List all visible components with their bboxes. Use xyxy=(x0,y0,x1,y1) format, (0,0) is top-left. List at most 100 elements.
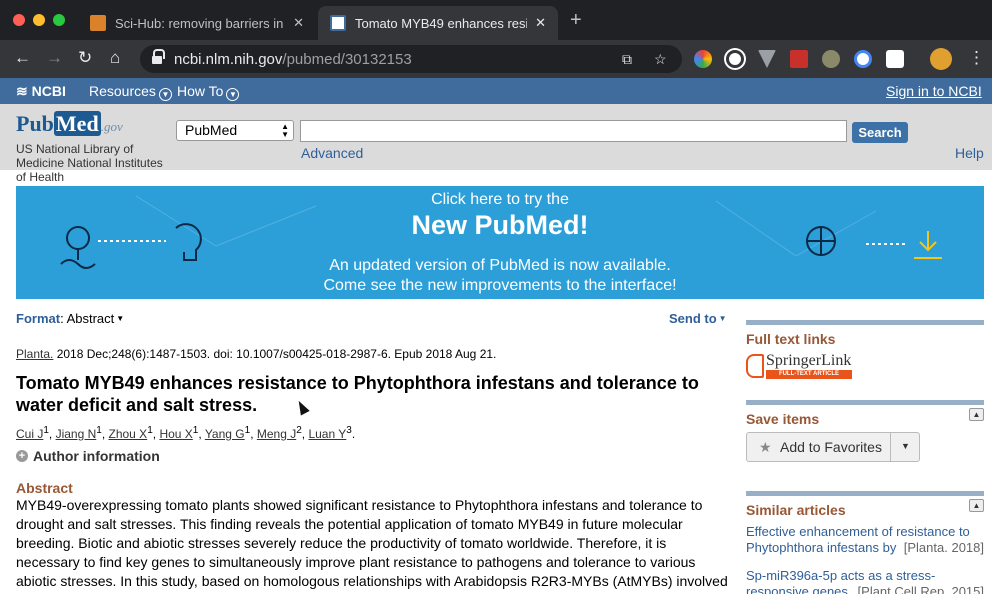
springerlink-button[interactable]: SpringerLink FULL-TEXT ARTICLE xyxy=(746,352,852,380)
add-to-favorites-button[interactable]: ★ Add to Favorites ▼ xyxy=(746,432,920,462)
back-arrow-icon[interactable]: ← xyxy=(14,48,31,68)
howto-label: How To xyxy=(177,83,224,99)
close-tab-icon[interactable]: ✕ xyxy=(535,15,546,31)
search-button[interactable]: Search xyxy=(852,122,908,143)
search-input[interactable] xyxy=(300,120,847,142)
author-list: Cui J1, Jiang N1, Zhou X1, Hou X1, Yang … xyxy=(16,425,356,441)
springer-name: SpringerLink xyxy=(766,352,852,369)
ncbi-favicon-icon xyxy=(330,15,346,31)
tab-title: Tomato MYB49 enhances resista xyxy=(355,15,528,31)
author-link[interactable]: Luan Y xyxy=(308,427,346,441)
database-select[interactable]: PubMed ▲ ▼ xyxy=(176,120,294,141)
divider xyxy=(890,433,891,461)
add-favorites-label: Add to Favorites xyxy=(780,439,882,455)
affiliation-number: 1 xyxy=(244,425,251,436)
affiliation-number: 1 xyxy=(43,425,49,436)
reload-icon[interactable]: ↻ xyxy=(78,48,92,68)
send-to-menu[interactable]: Send to ▼ xyxy=(669,311,727,326)
banner-headline: New PubMed! xyxy=(411,210,589,240)
close-tab-icon[interactable]: ✕ xyxy=(293,15,304,31)
forward-arrow-icon[interactable]: → xyxy=(46,48,63,68)
format-label: Format xyxy=(16,311,61,326)
chevron-down-icon: ▼ xyxy=(158,88,172,101)
nlm-text: US National Library of Medicine National… xyxy=(16,142,163,184)
url-host: ncbi.nlm.nih.gov xyxy=(174,50,283,68)
menu-kebab-icon[interactable]: ⋮ xyxy=(968,48,985,68)
caret-down-icon: ▼ xyxy=(718,314,727,323)
divider xyxy=(746,320,984,325)
citation-text: 2018 Dec;248(6):1487-1503. doi: 10.1007/… xyxy=(53,347,497,361)
divider xyxy=(746,400,984,405)
resources-label: Resources xyxy=(89,83,156,99)
logo-med: Med xyxy=(53,111,101,136)
banner-line3: An updated version of PubMed is now avai… xyxy=(329,257,671,274)
new-tab-button[interactable]: + xyxy=(570,9,582,32)
red-extension-icon[interactable] xyxy=(790,50,808,68)
minimize-window-button[interactable] xyxy=(33,14,45,26)
author-info-label: Author information xyxy=(33,448,160,464)
new-pubmed-banner[interactable]: Click here to try the New PubMed! An upd… xyxy=(16,186,984,299)
article-title: Tomato MYB49 enhances resistance to Phyt… xyxy=(16,373,699,415)
home-icon[interactable]: ⌂ xyxy=(110,48,120,68)
chevron-down-icon: ▼ xyxy=(226,88,240,101)
banner-line1: Click here to try the xyxy=(431,191,569,208)
color-extension-icon[interactable] xyxy=(694,50,712,68)
white-extension-icon[interactable] xyxy=(886,50,904,68)
caret-down-icon[interactable]: ▼ xyxy=(901,441,910,451)
citation-line: Planta. 2018 Dec;248(6):1487-1503. doi: … xyxy=(16,347,496,361)
ring-extension-icon[interactable] xyxy=(854,50,872,68)
pubmed-logo[interactable]: PubMed .gov xyxy=(16,111,123,137)
format-selector[interactable]: Format: Abstract ▼ xyxy=(16,311,124,326)
full-text-heading: Full text links xyxy=(746,331,836,347)
advanced-link[interactable]: Advanced xyxy=(301,145,363,161)
ncbi-logo-text: NCBI xyxy=(31,83,66,99)
howto-menu[interactable]: How To ▼ xyxy=(177,83,240,101)
close-window-button[interactable] xyxy=(13,14,25,26)
author-link[interactable]: Zhou X xyxy=(109,427,148,441)
bookmark-star-icon[interactable]: ☆ xyxy=(654,51,667,68)
author-link[interactable]: Cui J xyxy=(16,427,43,441)
affiliation-number: 3 xyxy=(346,425,352,436)
logo-gov: .gov xyxy=(100,119,123,134)
springer-tag: FULL-TEXT ARTICLE xyxy=(766,370,852,379)
author-link[interactable]: Yang G xyxy=(205,427,245,441)
similar-article-item[interactable]: Sp-miR396a-5p acts as a stress-responsiv… xyxy=(746,568,984,594)
resources-menu[interactable]: Resources ▼ xyxy=(89,83,172,101)
signin-link[interactable]: Sign in to NCBI xyxy=(886,83,982,99)
springer-logo-icon xyxy=(746,354,764,378)
format-value: : Abstract xyxy=(60,311,115,326)
profile-avatar[interactable] xyxy=(930,48,952,70)
browser-toolbar: ← → ↻ ⌂ ncbi.nlm.nih.gov/pubmed/30132153… xyxy=(0,40,992,78)
vee-extension-icon[interactable] xyxy=(758,50,776,68)
address-bar[interactable]: ncbi.nlm.nih.gov/pubmed/30132153 ⧉ ☆ xyxy=(140,45,682,73)
collapse-icon[interactable]: ▲ xyxy=(969,408,984,421)
author-link[interactable]: Jiang N xyxy=(56,427,97,441)
affiliation-number: 2 xyxy=(296,425,302,436)
similar-article-source: [Planta. 2018] xyxy=(903,540,984,555)
abstract-heading: Abstract xyxy=(16,480,73,496)
select-arrows-icon: ▲ ▼ xyxy=(281,122,289,139)
journal-link[interactable]: Planta. xyxy=(16,347,53,361)
similar-article-item[interactable]: Effective enhancement of resistance to P… xyxy=(746,524,984,556)
translate-icon[interactable]: ⧉ xyxy=(622,51,632,68)
tab-scihub[interactable]: Sci-Hub: removing barriers in the ✕ xyxy=(78,6,316,40)
author-information-toggle[interactable]: + Author information xyxy=(16,448,160,464)
scihub-favicon-icon xyxy=(90,15,106,31)
logo-pub: Pub xyxy=(16,111,54,136)
abstract-text: MYB49-overexpressing tomato plants showe… xyxy=(16,497,728,594)
tab-pubmed-article[interactable]: Tomato MYB49 enhances resista ✕ xyxy=(318,6,558,40)
author-link[interactable]: Meng J xyxy=(257,427,296,441)
ncbi-logo[interactable]: ≋ NCBI xyxy=(16,83,66,100)
url-path: /pubmed/30132153 xyxy=(282,50,412,68)
maximize-window-button[interactable] xyxy=(53,14,65,26)
author-link[interactable]: Hou X xyxy=(159,427,192,441)
caret-down-icon: ▼ xyxy=(116,314,125,323)
browser-tabstrip: Sci-Hub: removing barriers in the ✕ Toma… xyxy=(0,0,992,40)
leaf-extension-icon[interactable] xyxy=(822,50,840,68)
help-link[interactable]: Help xyxy=(955,145,984,161)
similar-articles-heading: Similar articles xyxy=(746,502,846,518)
affiliation-number: 1 xyxy=(192,425,199,436)
banner-line4: Come see the new improvements to the int… xyxy=(323,277,677,294)
collapse-icon[interactable]: ▲ xyxy=(969,499,984,512)
extension-circle-icon[interactable] xyxy=(726,50,744,68)
